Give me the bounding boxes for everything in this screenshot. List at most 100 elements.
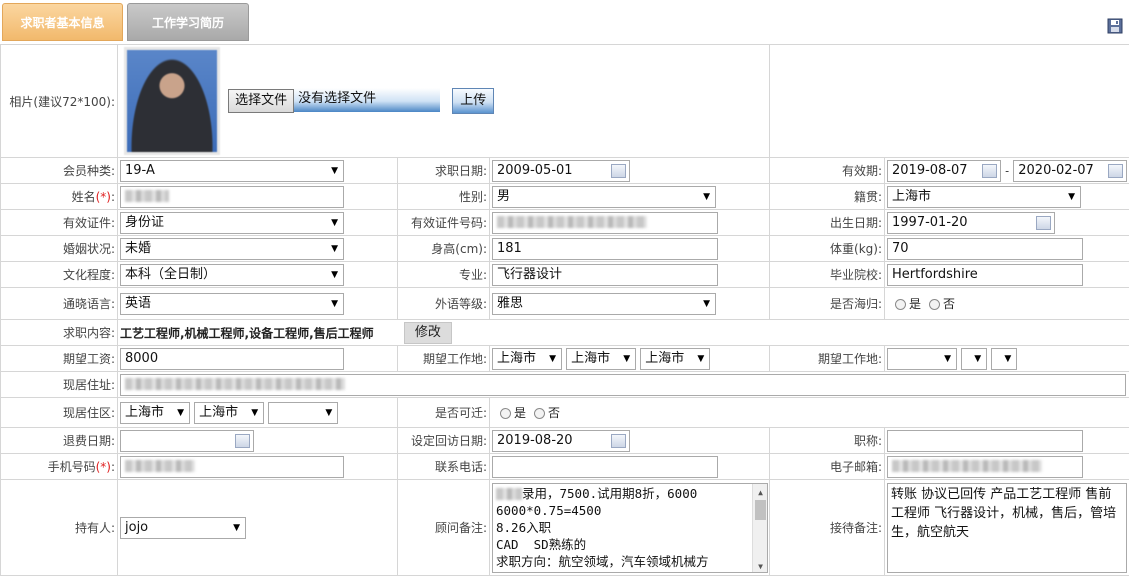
id-number-input[interactable]: [492, 211, 718, 234]
valid-start-value: 2019-08-07: [892, 162, 968, 178]
refund-date-label: 退费日期:: [0, 427, 118, 454]
id-type-select[interactable]: 身份证 ▼: [120, 211, 344, 234]
refund-date-input[interactable]: [120, 429, 254, 452]
major-label: 专业:: [397, 261, 490, 288]
calendar-icon[interactable]: [1036, 215, 1051, 230]
revisit-date-input[interactable]: 2019-08-20: [492, 429, 630, 452]
work-place2-province-select[interactable]: ▼: [887, 347, 957, 370]
calendar-icon[interactable]: [982, 163, 997, 178]
reception-note-textarea[interactable]: 转账 协议已回传 产品工艺工程师 售前工程师 飞行器设计，机械，售后，管培生，航…: [887, 482, 1127, 573]
gender-select[interactable]: 男 ▼: [492, 185, 716, 208]
major-input[interactable]: 飞行器设计: [492, 263, 718, 286]
choose-file-button[interactable]: 选择文件: [228, 89, 295, 113]
tab-basic-info[interactable]: 求职者基本信息: [2, 3, 123, 41]
height-input[interactable]: 181: [492, 237, 718, 260]
education-label: 文化程度:: [0, 261, 118, 288]
gender-label: 性别:: [397, 183, 490, 210]
phone-input[interactable]: [492, 455, 718, 478]
valid-end-value: 2020-02-07: [1018, 162, 1094, 178]
work-place-province-select[interactable]: 上海市 ▼: [492, 347, 562, 370]
name-label-suffix: :: [110, 190, 115, 204]
title-input[interactable]: [887, 429, 1083, 452]
language-select[interactable]: 英语 ▼: [120, 292, 344, 315]
district-area-select[interactable]: ▼: [268, 401, 339, 424]
relocate-no-radio[interactable]: [534, 408, 546, 419]
blurred-value: [496, 488, 522, 500]
email-input[interactable]: [887, 455, 1083, 478]
district-city-select[interactable]: 上海市 ▼: [194, 401, 265, 424]
foreign-level-value: 雅思: [497, 295, 524, 311]
mobile-label: 手机号码(*):: [0, 453, 118, 480]
note-scrollbar[interactable]: ▲ ▼: [752, 483, 767, 572]
school-input[interactable]: Hertfordshire: [887, 263, 1083, 286]
title-label: 职称:: [769, 427, 885, 454]
applicant-photo: [124, 47, 220, 155]
education-select[interactable]: 本科（全日制） ▼: [120, 263, 344, 286]
required-mark: (*): [95, 190, 111, 204]
work-place-city-select[interactable]: 上海市 ▼: [566, 347, 637, 370]
upload-button[interactable]: 上传: [452, 88, 495, 114]
marital-select[interactable]: 未婚 ▼: [120, 237, 344, 260]
chevron-down-icon: ▼: [944, 353, 951, 364]
chevron-down-icon: ▼: [331, 298, 338, 309]
chevron-down-icon: ▼: [331, 269, 338, 280]
weight-input[interactable]: 70: [887, 237, 1083, 260]
salary-input[interactable]: 8000: [120, 347, 344, 370]
valid-period-label: 有效期:: [769, 157, 885, 184]
scroll-down-icon[interactable]: ▼: [753, 558, 767, 572]
note-line: 录用，7500.试用期8折，6000: [522, 485, 698, 501]
chevron-down-icon: ▼: [549, 353, 556, 364]
save-icon[interactable]: [1107, 18, 1123, 34]
work-place2-district-select[interactable]: ▼: [991, 347, 1018, 370]
address-input[interactable]: [120, 373, 1126, 396]
job-date-label: 求职日期:: [397, 157, 490, 184]
calendar-icon[interactable]: [611, 433, 626, 448]
work-place-value: 上海市: [571, 350, 611, 366]
work-place-value: 上海市: [645, 350, 685, 366]
relocate-yes-label: 是: [514, 406, 527, 420]
blurred-value: [497, 216, 647, 228]
returnee-yes-label: 是: [909, 297, 922, 311]
member-type-select[interactable]: 19-A ▼: [120, 159, 344, 182]
calendar-icon[interactable]: [611, 163, 626, 178]
calendar-icon[interactable]: [1108, 163, 1124, 178]
work-place2-city-select[interactable]: ▼: [961, 347, 988, 370]
valid-end-input[interactable]: 2020-02-07: [1013, 159, 1128, 182]
photo-label: 相片(建议72*100):: [0, 44, 118, 158]
note-line: CAD SD熟练的: [496, 536, 587, 552]
language-value: 英语: [125, 295, 152, 311]
scroll-up-icon[interactable]: ▲: [753, 484, 767, 498]
district-province-select[interactable]: 上海市 ▼: [120, 401, 190, 424]
mobile-input[interactable]: [120, 455, 344, 478]
id-type-label: 有效证件:: [0, 209, 118, 236]
foreign-level-select[interactable]: 雅思 ▼: [492, 292, 716, 315]
returnee-no-label: 否: [943, 297, 956, 311]
returnee-yes-radio[interactable]: [895, 299, 906, 310]
mobile-label-suffix: :: [110, 460, 115, 474]
blurred-value: [892, 460, 1042, 472]
relocate-yes-radio[interactable]: [500, 408, 511, 419]
revisit-date-label: 设定回访日期:: [397, 427, 490, 454]
holder-value: jojo: [125, 519, 149, 535]
note-line: 6000*0.75=4500: [496, 502, 602, 518]
chevron-down-icon: ▼: [177, 407, 184, 418]
calendar-icon[interactable]: [235, 433, 250, 448]
scroll-thumb[interactable]: [755, 499, 766, 520]
job-date-value: 2009-05-01: [497, 162, 573, 178]
work-place-district-select[interactable]: 上海市 ▼: [640, 347, 711, 370]
native-place-value: 上海市: [892, 188, 932, 204]
marital-label: 婚姻状况:: [0, 235, 118, 262]
tab-resume[interactable]: 工作学习简历: [127, 3, 249, 41]
name-input[interactable]: [120, 185, 344, 208]
valid-start-input[interactable]: 2019-08-07: [887, 159, 1001, 182]
note-line: 8.26入职: [496, 519, 552, 535]
consultant-note-textarea[interactable]: 录用，7500.试用期8折，6000 6000*0.75=4500 8.26入职…: [492, 482, 768, 573]
native-place-select[interactable]: 上海市 ▼: [887, 185, 1081, 208]
chevron-down-icon: ▼: [1004, 353, 1012, 364]
birth-date-input[interactable]: 1997-01-20: [887, 211, 1055, 234]
job-date-input[interactable]: 2009-05-01: [492, 159, 630, 182]
blurred-value: [125, 190, 169, 202]
returnee-no-radio[interactable]: [929, 299, 941, 310]
holder-select[interactable]: jojo ▼: [120, 516, 246, 539]
edit-job-content-button[interactable]: 修改: [403, 321, 452, 344]
